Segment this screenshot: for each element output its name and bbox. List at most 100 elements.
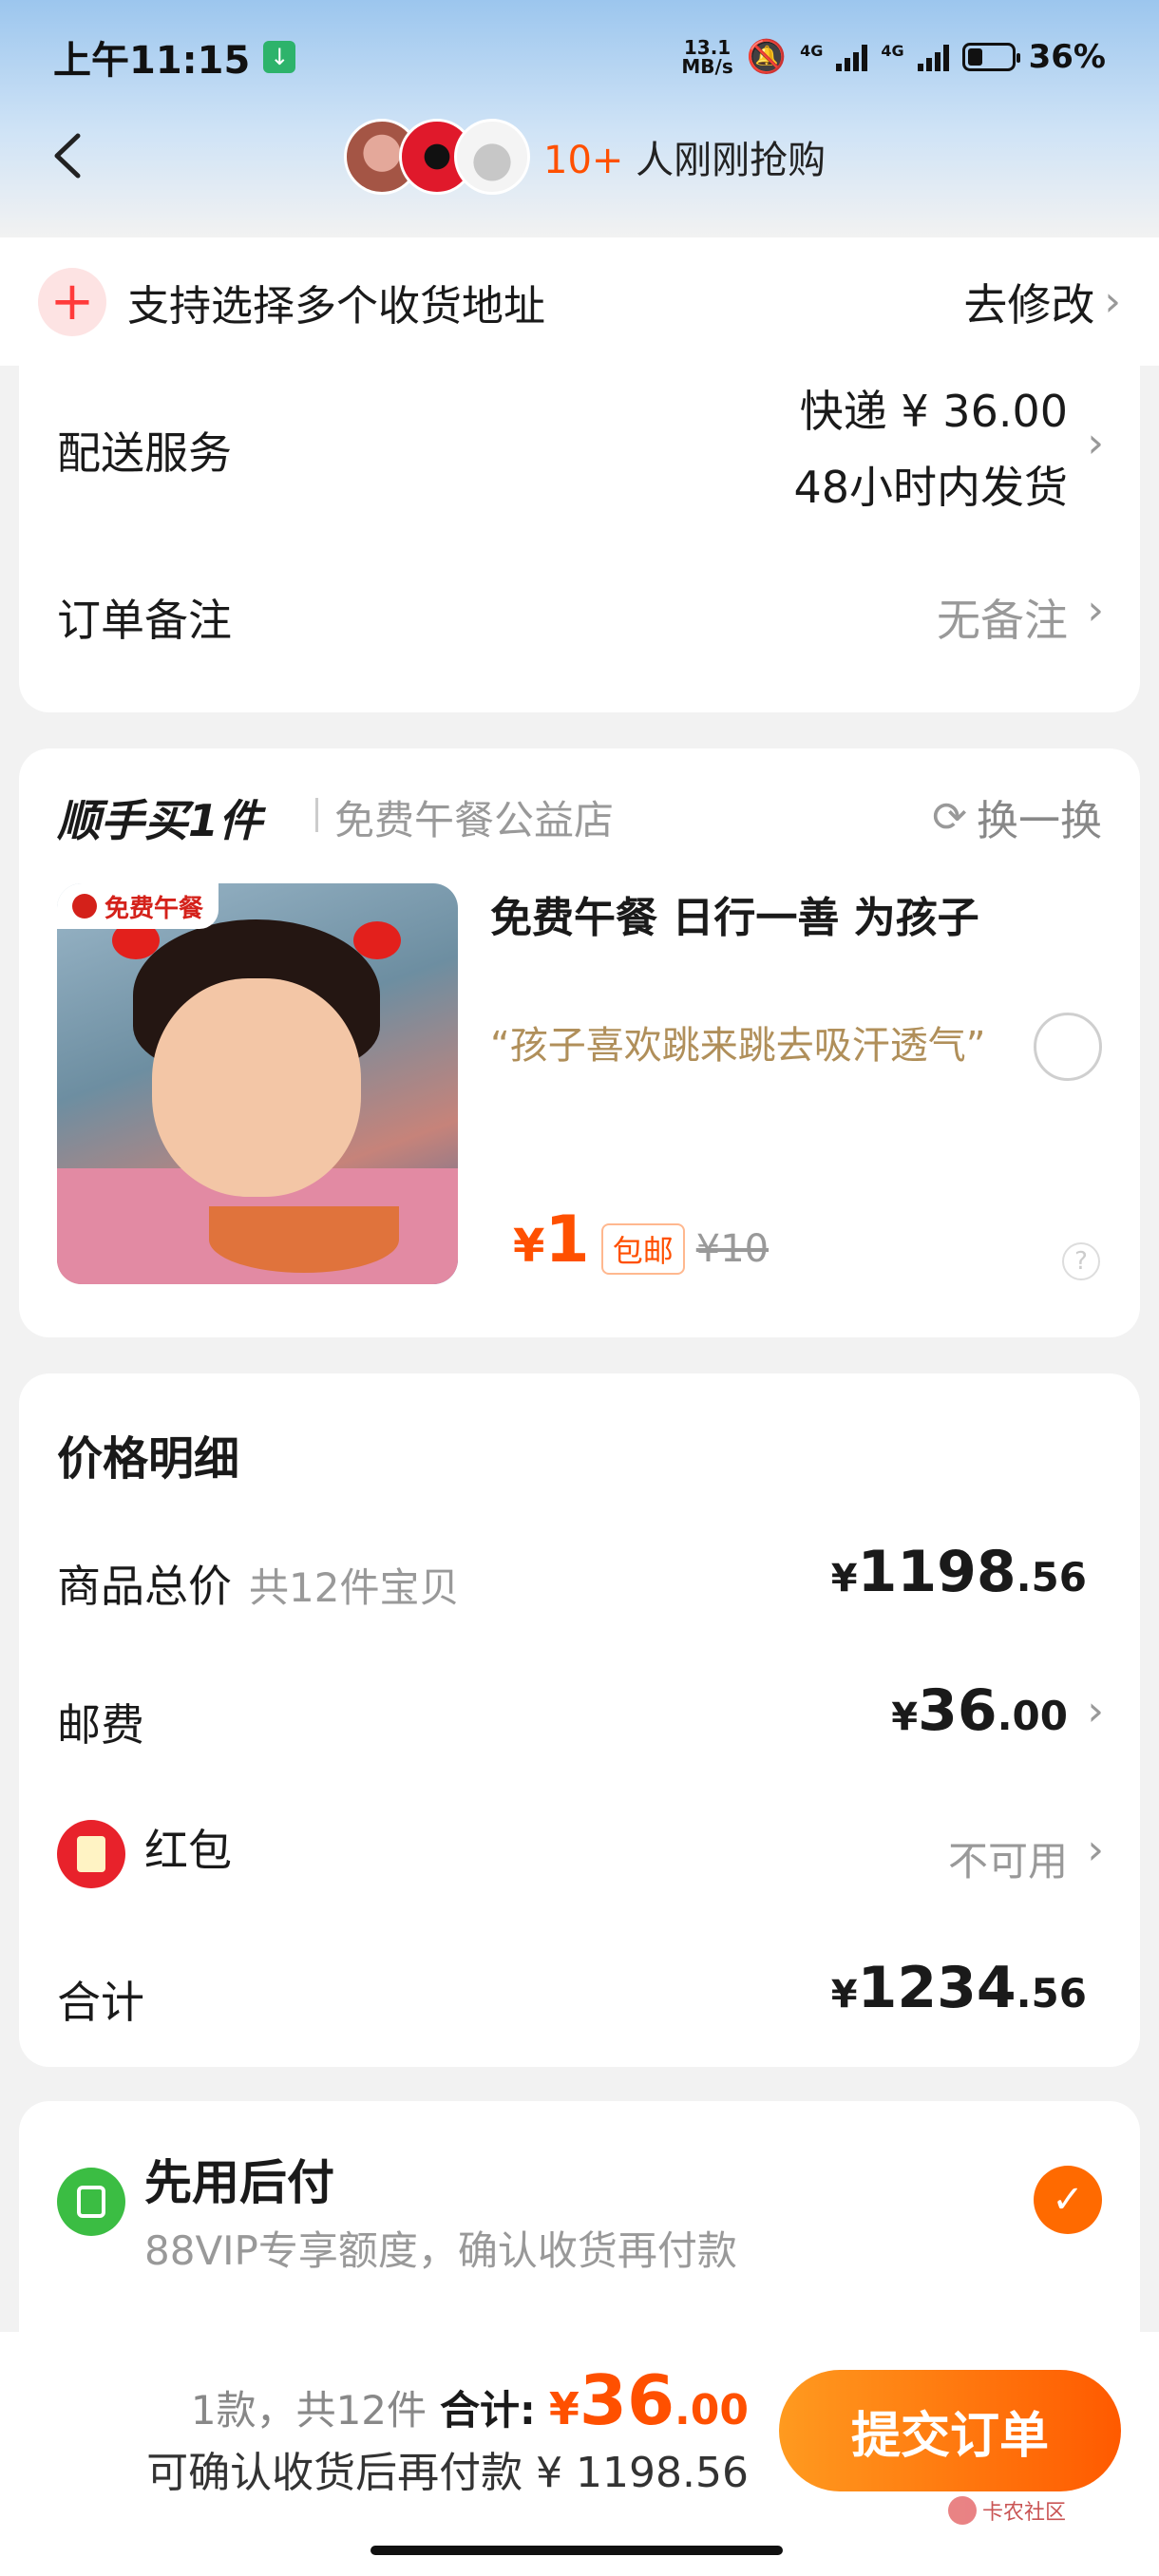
delivery-service-row[interactable]: 配送服务 快递 ¥ 36.00 48小时内发货 › <box>19 366 1140 546</box>
help-icon[interactable]: ? <box>1062 1242 1100 1280</box>
goods-count: 共12件宝贝 <box>249 1564 460 1611</box>
amount-int: 1198 <box>857 1539 1016 1605</box>
swap-label: 换一换 <box>977 797 1102 845</box>
chevron-left-icon <box>54 133 81 179</box>
amount-dec: .00 <box>674 2386 749 2434</box>
order-remark-label: 订单备注 <box>57 595 232 646</box>
product-title[interactable]: 免费午餐 日行一善 为孩子 <box>490 883 979 944</box>
nav-bar: 10+ 人刚刚抢购 <box>0 114 1159 199</box>
modify-address-button[interactable]: 去修改 › <box>963 271 1121 333</box>
currency-symbol: ¥ <box>513 1220 545 1273</box>
shipping-fee-amount: ¥36.00 <box>891 1677 1068 1744</box>
download-icon: ↓ <box>263 41 296 73</box>
charity-logo: 免费午餐 <box>57 883 219 929</box>
total-label: 合计 <box>57 1977 144 2028</box>
chevron-right-icon: › <box>1087 586 1104 635</box>
delivery-card: 配送服务 快递 ¥ 36.00 48小时内发货 › 订单备注 无备注 › <box>19 366 1140 712</box>
amount-dec: .56 <box>1016 1970 1087 2017</box>
chevron-right-icon: › <box>1087 419 1104 467</box>
product-image-shape <box>152 978 361 1197</box>
plus-icon: + <box>38 267 106 336</box>
upsell-shop-name[interactable]: 免费午餐公益店 <box>334 788 614 846</box>
bottom-total-label: 合计: <box>440 2387 536 2434</box>
refresh-icon: ⟳ <box>932 792 967 842</box>
red-packet-text: 红包 <box>144 1825 232 1876</box>
chevron-right-icon: › <box>1087 1826 1104 1874</box>
net-speed-value: 13.1 <box>683 36 732 59</box>
watermark-logo-icon <box>947 2496 977 2525</box>
status-right: 13.1 MB/s 🔕 4G 4G 36% <box>681 38 1106 76</box>
currency-symbol: ¥ <box>830 1557 858 1601</box>
currency-symbol: ¥ <box>891 1695 919 1739</box>
bottom-total-amount: ¥36.00 <box>549 2360 749 2440</box>
bottom-bar: 1款，共12件 合计: ¥36.00 可确认收货后再付款 ¥ 1198.56 提… <box>0 2332 1159 2576</box>
charity-logo-icon <box>72 894 97 919</box>
recent-buyers: 10+ 人刚刚抢购 <box>344 114 826 199</box>
delivery-service-value: 快递 ¥ 36.00 48小时内发货 <box>793 373 1068 525</box>
red-packet-value: 不可用 <box>947 1838 1068 1885</box>
amount-int: 36 <box>918 1677 998 1744</box>
multi-address-bar[interactable]: + 支持选择多个收货地址 去修改 › <box>0 237 1159 366</box>
total-amount: ¥1234.56 <box>831 1955 1087 2021</box>
charity-logo-text: 免费午餐 <box>104 894 204 923</box>
price-detail-card: 价格明细 商品总价 共12件宝贝 ¥1198.56 邮费 ¥36.00 › 红包 … <box>19 1373 1140 2067</box>
net-speed-unit: MB/s <box>681 55 733 78</box>
free-shipping-badge: 包邮 <box>600 1223 685 1275</box>
order-remark-row[interactable]: 订单备注 无备注 › <box>19 546 1140 689</box>
goods-total-label: 商品总价 共12件宝贝 <box>57 1552 459 1615</box>
goods-total-text: 商品总价 <box>57 1561 232 1612</box>
modify-address-label: 去修改 <box>963 278 1095 331</box>
upsell-title: 顺手买1件 <box>57 795 263 846</box>
amount-dec: .00 <box>997 1693 1068 1739</box>
shipping-fee-line: 快递 ¥ 36.00 <box>799 386 1068 437</box>
pay-later-checkbox[interactable]: ✓ <box>1034 2166 1102 2234</box>
status-time: 上午11:15 <box>53 39 251 83</box>
battery-percent: 36% <box>1028 38 1106 76</box>
avatar <box>454 119 530 195</box>
price-value: 1 <box>544 1203 590 1278</box>
currency-symbol: ¥ <box>548 2383 580 2434</box>
pay-after-receipt-text: 可确认收货后再付款 ¥ 1198.56 <box>146 2449 749 2497</box>
divider <box>315 798 318 832</box>
home-indicator[interactable] <box>370 2546 783 2555</box>
price-detail-title: 价格明细 <box>57 1432 240 1486</box>
shopping-bag-icon <box>57 2168 125 2236</box>
buyers-count: 10+ <box>543 139 624 182</box>
chevron-right-icon: › <box>1104 277 1121 326</box>
product-image-shape <box>209 1206 399 1273</box>
delivery-service-label: 配送服务 <box>57 427 232 479</box>
bottom-total-line: 1款，共12件 合计: ¥36.00 <box>191 2360 749 2440</box>
amount-dec: .56 <box>1016 1554 1087 1601</box>
order-remark-value: 无备注 <box>937 595 1068 646</box>
pay-later-title: 先用后付 <box>144 2155 334 2210</box>
pay-later-desc: 88VIP专享额度，确认收货再付款 <box>144 2227 737 2274</box>
red-packet-icon <box>57 1819 125 1888</box>
red-packet-label: 红包 <box>57 1816 232 1888</box>
select-product-radio[interactable] <box>1034 1013 1102 1081</box>
recent-buyers-text: 10+ 人刚刚抢购 <box>543 129 826 184</box>
red-packet-row[interactable]: 红包 不可用 › <box>19 1788 1140 1911</box>
shipping-fee-row[interactable]: 邮费 ¥36.00 › <box>19 1649 1140 1772</box>
amount-int: 1234 <box>857 1955 1016 2021</box>
battery-icon <box>961 43 1020 71</box>
back-button[interactable] <box>38 125 99 186</box>
shipping-fee-label: 邮费 <box>57 1699 144 1751</box>
product-image[interactable]: 免费午餐 <box>57 883 458 1284</box>
multi-address-text: 支持选择多个收货地址 <box>127 281 545 331</box>
currency-symbol: ¥ <box>830 1973 858 2017</box>
product-price: ¥1 <box>513 1203 590 1278</box>
signal-icon <box>836 43 868 71</box>
chevron-right-icon: › <box>1087 1687 1104 1735</box>
buyers-label: 人刚刚抢购 <box>623 139 826 182</box>
watermark-text: 卡农社区 <box>981 2501 1066 2525</box>
amount-int: 36 <box>579 2360 675 2440</box>
submit-order-button[interactable]: 提交订单 <box>779 2370 1121 2491</box>
swap-button[interactable]: ⟳ 换一换 <box>932 786 1102 847</box>
product-quote: “孩子喜欢跳来跳去吸汗透气” <box>490 1024 986 1068</box>
watermark: 卡农社区 <box>947 2495 1066 2526</box>
item-count: 1款，共12件 <box>190 2387 428 2434</box>
net-type-1: 4G <box>800 42 824 60</box>
net-speed: 13.1 MB/s <box>681 38 732 76</box>
status-bar: 上午11:15 ↓ 13.1 MB/s 🔕 4G 4G 36% <box>0 0 1159 114</box>
goods-total-amount: ¥1198.56 <box>831 1539 1087 1605</box>
